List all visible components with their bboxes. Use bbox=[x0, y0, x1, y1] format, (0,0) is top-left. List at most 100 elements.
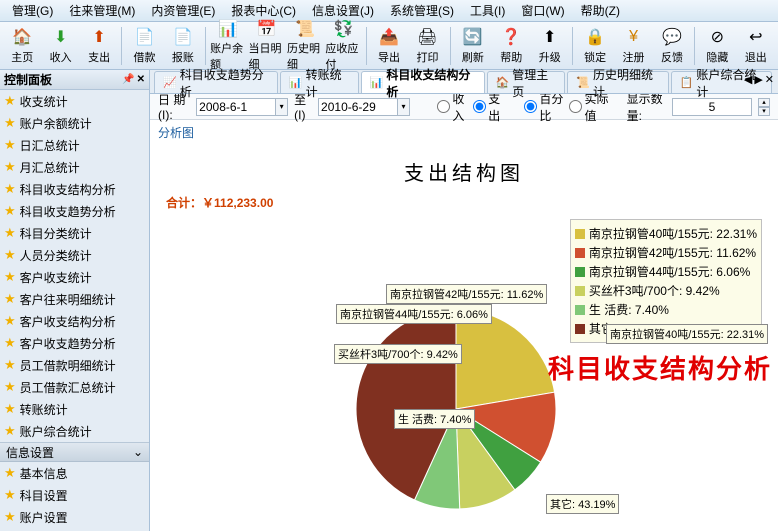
sidebar-item[interactable]: ★客户收支结构分析 bbox=[0, 310, 149, 332]
sidebar-item[interactable]: ★账户设置 bbox=[0, 506, 149, 528]
tab-next-icon[interactable]: ▶ bbox=[754, 73, 762, 86]
toolbar-导出[interactable]: 📤导出 bbox=[371, 24, 407, 68]
tab-prev-icon[interactable]: ◀ bbox=[744, 73, 752, 86]
历史明细-icon: 📜 bbox=[294, 19, 316, 39]
tab-icon: 📊 bbox=[370, 76, 384, 89]
sidebar-item[interactable]: ★基本信息 bbox=[0, 462, 149, 484]
chart-callout: 南京拉钢管44吨/155元: 6.06% bbox=[336, 304, 492, 324]
sidebar-item[interactable]: ★员工借款汇总统计 bbox=[0, 376, 149, 398]
tab[interactable]: 🏠管理主页 bbox=[487, 71, 566, 93]
toolbar-隐藏[interactable]: ⊘隐藏 bbox=[699, 24, 735, 68]
toolbar-separator bbox=[205, 27, 206, 65]
toolbar-label: 隐藏 bbox=[706, 49, 728, 65]
date-from-input[interactable] bbox=[196, 98, 276, 116]
pie-chart: 南京拉钢管40吨/155元: 22.31%南京拉钢管42吨/155元: 11.6… bbox=[166, 219, 762, 531]
toolbar-主页[interactable]: 🏠主页 bbox=[4, 24, 40, 68]
sidebar-item[interactable]: ★转账统计 bbox=[0, 398, 149, 420]
legend-item: 南京拉钢管40吨/155元: 22.31% bbox=[575, 224, 757, 243]
sidebar-item[interactable]: ★科目收支结构分析 bbox=[0, 178, 149, 200]
spin-down-icon[interactable]: ▾ bbox=[758, 107, 770, 116]
sidebar-item[interactable]: ★人员分类统计 bbox=[0, 244, 149, 266]
pie-slice[interactable] bbox=[456, 309, 555, 409]
dropdown-icon[interactable]: ▾ bbox=[398, 98, 410, 116]
legend-swatch bbox=[575, 229, 585, 239]
toolbar-separator bbox=[121, 27, 122, 65]
count-input[interactable] bbox=[672, 98, 752, 116]
sidebar-item[interactable]: ★科目分类统计 bbox=[0, 222, 149, 244]
tab-icon: 📊 bbox=[289, 76, 303, 89]
star-icon: ★ bbox=[4, 401, 16, 417]
star-icon: ★ bbox=[4, 137, 16, 153]
sidebar-category[interactable]: 信息设置⌄ bbox=[0, 442, 149, 462]
锁定-icon: 🔒 bbox=[584, 26, 606, 48]
sidebar: 控制面板 📌✕ ★收支统计★账户余额统计★日汇总统计★月汇总统计★科目收支结构分… bbox=[0, 70, 150, 531]
star-icon: ★ bbox=[4, 181, 16, 197]
content-area: 📈科目收支趋势分析📊转账统计📊科目收支结构分析🏠管理主页📜历史明细统计📋账户综合… bbox=[150, 70, 778, 531]
toolbar-注册[interactable]: ¥注册 bbox=[615, 24, 651, 68]
star-icon: ★ bbox=[4, 225, 16, 241]
toolbar-借款[interactable]: 📄借款 bbox=[126, 24, 162, 68]
menu-item[interactable]: 报表中心(C) bbox=[223, 0, 304, 21]
toolbar-账户余额[interactable]: 📊账户余额 bbox=[210, 24, 246, 68]
menu-item[interactable]: 窗口(W) bbox=[513, 0, 572, 21]
star-icon: ★ bbox=[4, 487, 16, 503]
date-to-input[interactable] bbox=[318, 98, 398, 116]
sidebar-item[interactable]: ★收支统计 bbox=[0, 90, 149, 112]
toolbar-退出[interactable]: ↩退出 bbox=[738, 24, 774, 68]
主页-icon: 🏠 bbox=[11, 26, 33, 48]
menu-item[interactable]: 管理(G) bbox=[4, 0, 61, 21]
chart-callout: 其它: 43.19% bbox=[546, 494, 619, 514]
sidebar-item[interactable]: ★客户收支统计 bbox=[0, 266, 149, 288]
chart-callout: 生 活费: 7.40% bbox=[394, 409, 475, 429]
tab-close-icon[interactable]: ✕ bbox=[765, 73, 774, 86]
menu-item[interactable]: 往来管理(M) bbox=[61, 0, 143, 21]
tab[interactable]: 📊科目收支结构分析 bbox=[361, 71, 485, 93]
sidebar-item[interactable]: ★客户收支趋势分析 bbox=[0, 332, 149, 354]
menu-item[interactable]: 信息设置(J) bbox=[304, 0, 382, 21]
toolbar-反馈[interactable]: 💬反馈 bbox=[654, 24, 690, 68]
sidebar-item[interactable]: ★日汇总统计 bbox=[0, 134, 149, 156]
帮助-icon: ❓ bbox=[500, 26, 522, 48]
sidebar-item[interactable]: ★月汇总统计 bbox=[0, 156, 149, 178]
chart-title: 支出结构图 bbox=[166, 157, 762, 186]
menu-item[interactable]: 内资管理(E) bbox=[143, 0, 223, 21]
tab[interactable]: 📜历史明细统计 bbox=[567, 71, 668, 93]
legend-swatch bbox=[575, 324, 585, 334]
sidebar-item[interactable]: ★科目收支趋势分析 bbox=[0, 200, 149, 222]
toolbar-历史明细[interactable]: 📜历史明细 bbox=[287, 24, 323, 68]
close-icon[interactable]: ✕ bbox=[137, 74, 145, 85]
toolbar-帮助[interactable]: ❓帮助 bbox=[493, 24, 529, 68]
star-icon: ★ bbox=[4, 203, 16, 219]
toolbar-打印[interactable]: 🖨打印 bbox=[409, 24, 445, 68]
toolbar-升级[interactable]: ⬆升级 bbox=[532, 24, 568, 68]
star-icon: ★ bbox=[4, 509, 16, 525]
toolbar-收入[interactable]: ⬇收入 bbox=[42, 24, 78, 68]
toolbar-锁定[interactable]: 🔒锁定 bbox=[577, 24, 613, 68]
tab-icon: 📋 bbox=[680, 76, 694, 89]
sidebar-item[interactable]: ★员工借款明细统计 bbox=[0, 354, 149, 376]
menu-item[interactable]: 系统管理(S) bbox=[382, 0, 462, 21]
toolbar-label: 收入 bbox=[50, 49, 72, 65]
dropdown-icon[interactable]: ▾ bbox=[276, 98, 288, 116]
legend-item: 南京拉钢管44吨/155元: 6.06% bbox=[575, 262, 757, 281]
toolbar-当日明细[interactable]: 📅当日明细 bbox=[249, 24, 285, 68]
tab[interactable]: 📊转账统计 bbox=[280, 71, 359, 93]
sidebar-item[interactable]: ★科目设置 bbox=[0, 484, 149, 506]
toolbar-报账[interactable]: 📄报账 bbox=[165, 24, 201, 68]
打印-icon: 🖨 bbox=[416, 26, 438, 48]
sidebar-item[interactable]: ★账户余额统计 bbox=[0, 112, 149, 134]
star-icon: ★ bbox=[4, 379, 16, 395]
toolbar-应收应付[interactable]: 💱应收应付 bbox=[325, 24, 361, 68]
tab[interactable]: 📈科目收支趋势分析 bbox=[154, 71, 278, 93]
sidebar-item[interactable]: ★账户综合统计 bbox=[0, 420, 149, 442]
menu-item[interactable]: 工具(I) bbox=[462, 0, 513, 21]
fieldset-label: 分析图 bbox=[150, 120, 778, 145]
toolbar-支出[interactable]: ⬆支出 bbox=[81, 24, 117, 68]
radio-expense[interactable]: 支出 bbox=[473, 90, 503, 124]
menu-item[interactable]: 帮助(Z) bbox=[573, 0, 628, 21]
toolbar-separator bbox=[450, 27, 451, 65]
sidebar-item[interactable]: ★客户往来明细统计 bbox=[0, 288, 149, 310]
toolbar-刷新[interactable]: 🔄刷新 bbox=[455, 24, 491, 68]
pin-icon[interactable]: 📌 bbox=[122, 74, 134, 85]
menubar: 管理(G)往来管理(M)内资管理(E)报表中心(C)信息设置(J)系统管理(S)… bbox=[0, 0, 778, 22]
